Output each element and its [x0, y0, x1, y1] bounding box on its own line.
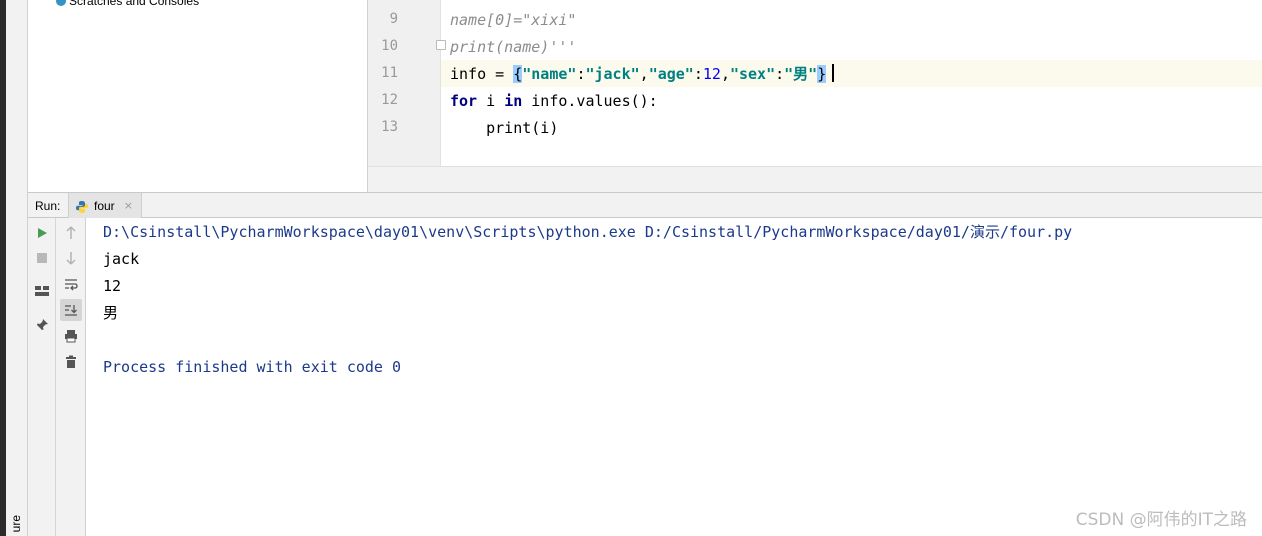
line-number: 9	[389, 11, 398, 27]
tree-item-label: Scratches and Consoles	[69, 0, 200, 8]
line-number: 11	[381, 65, 398, 81]
code-line: for i in info.values():	[450, 92, 658, 110]
project-tree-panel[interactable]: Scratches and Consoles	[28, 0, 368, 192]
code-line: print(name)'''	[450, 38, 577, 56]
pin-icon[interactable]	[31, 314, 53, 336]
code-line-current: info = {"name":"jack","age":12,"sex":"男"…	[450, 61, 835, 88]
layout-icon[interactable]	[31, 280, 53, 302]
down-arrow-icon[interactable]	[60, 247, 82, 269]
tree-item-scratches[interactable]: Scratches and Consoles	[56, 0, 199, 8]
python-icon	[75, 199, 89, 213]
text-caret	[832, 64, 835, 82]
trash-icon[interactable]	[60, 351, 82, 373]
watermark: CSDN @阿伟的IT之路	[1075, 510, 1247, 530]
run-icon[interactable]	[31, 222, 53, 244]
run-tab-four[interactable]: four ×	[68, 193, 142, 218]
fold-icon[interactable]	[436, 40, 446, 50]
tool-window-stripe[interactable]: ure	[6, 0, 28, 536]
line-number-gutter[interactable]: 9 10 11 12 13	[368, 0, 441, 166]
tool-window-label[interactable]: ure	[9, 515, 23, 532]
code-line: name[0]="xixi"	[450, 11, 577, 29]
code-editor[interactable]: 9 10 11 12 13 name[0]="xixi" print(name)…	[368, 0, 1262, 192]
console-output-line: 男	[103, 304, 119, 322]
line-number: 13	[381, 119, 398, 135]
run-toolbar-secondary	[56, 218, 86, 536]
console-command-line: D:\Csinstall\PycharmWorkspace\day01\venv…	[103, 223, 1073, 241]
run-panel-header: Run: four ×	[28, 192, 1262, 218]
close-tab-icon[interactable]: ×	[124, 199, 133, 212]
console-output-line: jack	[103, 250, 140, 268]
editor-horizontal-scrollbar[interactable]	[368, 166, 1262, 192]
print-icon[interactable]	[60, 325, 82, 347]
line-number: 12	[381, 92, 398, 108]
run-tab-label: four	[94, 198, 115, 213]
scratches-icon	[56, 0, 66, 6]
code-line: print(i)	[450, 119, 559, 137]
console-output-line: 12	[103, 277, 122, 295]
run-toolbar-primary	[28, 218, 56, 536]
run-label: Run:	[35, 199, 61, 213]
stop-icon[interactable]	[31, 247, 53, 269]
console-exit-message: Process finished with exit code 0	[103, 358, 402, 376]
up-arrow-icon[interactable]	[60, 222, 82, 244]
soft-wrap-icon[interactable]	[60, 273, 82, 295]
run-console[interactable]: D:\Csinstall\PycharmWorkspace\day01\venv…	[86, 218, 1262, 536]
scroll-to-end-icon[interactable]	[60, 299, 82, 321]
line-number: 10	[381, 38, 398, 54]
